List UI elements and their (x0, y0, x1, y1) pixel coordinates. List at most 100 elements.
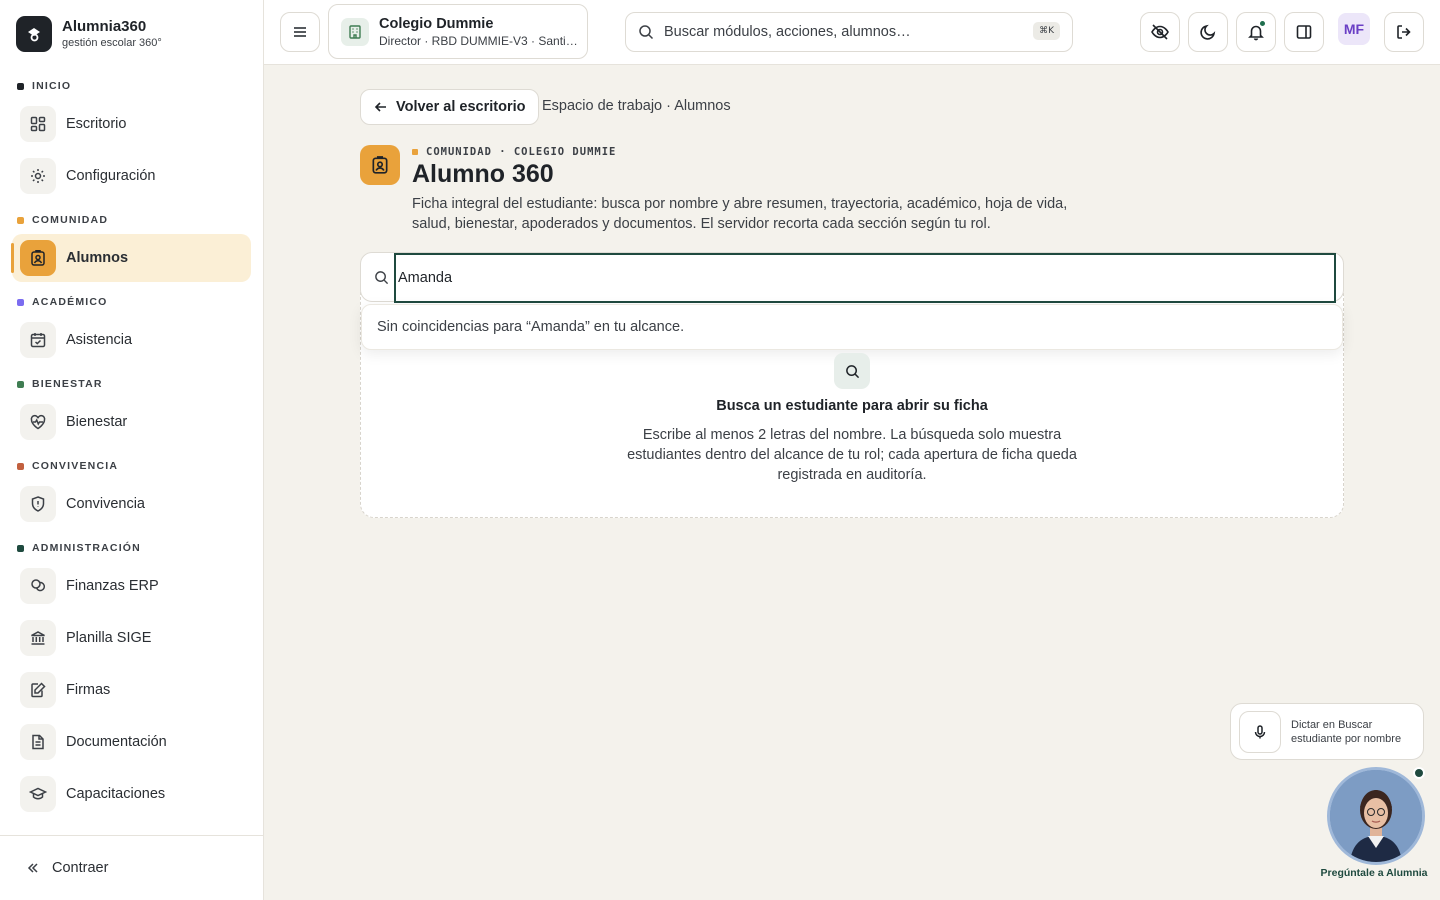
sidebar-item-label: Bienestar (66, 414, 128, 430)
section-dot (17, 462, 24, 470)
search-icon (638, 24, 654, 40)
section-label: ACADÉMICO (32, 296, 108, 308)
section-dot (17, 298, 24, 306)
dark-mode-button[interactable] (1188, 12, 1228, 52)
collapse-sidebar-button[interactable]: Contraer (0, 835, 263, 900)
student-search-input[interactable] (394, 253, 1336, 303)
building-icon (341, 17, 369, 46)
section-label: ADMINISTRACIÓN (32, 542, 141, 554)
sidebar-nav: INICIO Escritorio Configuración COMUNIDA… (0, 72, 263, 835)
sidebar-item-bienestar[interactable]: Bienestar (12, 398, 251, 446)
empty-state-description: Escribe al menos 2 letras del nombre. La… (627, 427, 1077, 483)
section-convivencia: CONVIVENCIA (0, 452, 263, 480)
gear-icon (20, 158, 56, 194)
sidebar-item-finanzas[interactable]: Finanzas ERP (12, 562, 251, 610)
brand[interactable]: Alumnia360 gestión escolar 360° (16, 16, 162, 52)
sidebar-item-sige[interactable]: Planilla SIGE (12, 614, 251, 662)
section-dot (17, 380, 24, 388)
sidebar-item-label: Planilla SIGE (66, 630, 152, 646)
no-results-message: Sin coincidencias para “Amanda” en tu al… (377, 319, 685, 335)
chevrons-left-icon (26, 861, 40, 875)
dictate-button[interactable]: Dictar en Buscar estudiante por nombre (1230, 703, 1424, 760)
sidebar-panel-icon (1295, 23, 1313, 41)
sidebar: Alumnia360 gestión escolar 360° INICIO E… (0, 0, 264, 900)
brand-title: Alumnia360 (62, 18, 147, 35)
topbar: Colegio Dummie Director · RBD DUMMIE-V3 … (264, 0, 1440, 65)
online-status-dot (1413, 767, 1425, 779)
page-description: Ficha integral del estudiante: busca por… (412, 196, 1068, 232)
brand-logo-icon (16, 16, 52, 52)
back-label: Volver al escritorio (396, 99, 526, 115)
school-selector[interactable]: Colegio Dummie Director · RBD DUMMIE-V3 … (328, 4, 588, 59)
user-avatar[interactable]: MF (1338, 13, 1370, 45)
section-label: INICIO (32, 80, 72, 92)
sidebar-item-label: Firmas (66, 682, 111, 698)
student-badge-icon (20, 240, 56, 276)
signature-icon (20, 672, 56, 708)
sidebar-item-label: Escritorio (66, 116, 127, 132)
eyebrow-text: COMUNIDAD · COLEGIO DUMMIE (426, 146, 617, 158)
section-inicio: INICIO (0, 72, 263, 100)
section-dot (17, 216, 24, 224)
sidebar-item-label: Capacitaciones (66, 786, 166, 802)
back-to-desk-button[interactable]: Volver al escritorio (360, 89, 540, 125)
search-icon (834, 353, 870, 389)
section-comunidad: COMUNIDAD (0, 206, 263, 234)
section-bienestar: BIENESTAR (0, 370, 263, 398)
section-academico: ACADÉMICO (0, 288, 263, 316)
logout-button[interactable] (1384, 12, 1424, 52)
brand-subtitle: gestión escolar 360° (62, 37, 162, 49)
section-label: BIENESTAR (32, 378, 103, 390)
eyebrow-dot (412, 149, 418, 155)
sidebar-item-alumnos[interactable]: Alumnos (11, 234, 251, 282)
assistant-portrait-icon (1330, 770, 1422, 862)
section-administracion: ADMINISTRACIÓN (0, 534, 263, 562)
menu-button[interactable] (280, 12, 320, 52)
sidebar-item-escritorio[interactable]: Escritorio (12, 100, 251, 148)
dictate-label: Dictar en Buscar estudiante por nombre (1291, 718, 1402, 745)
search-results-dropdown: Sin coincidencias para “Amanda” en tu al… (361, 304, 1343, 350)
collapse-label: Contraer (52, 860, 109, 876)
sidebar-item-label: Convivencia (66, 496, 145, 512)
document-icon (20, 724, 56, 760)
section-label: COMUNIDAD (32, 214, 109, 226)
shield-icon (20, 486, 56, 522)
assistant-label[interactable]: Pregúntale a Alumnia (1300, 867, 1440, 879)
privacy-toggle-button[interactable] (1140, 12, 1180, 52)
sidebar-item-label: Documentación (66, 734, 167, 750)
student-badge-icon (360, 145, 400, 185)
global-search[interactable]: ⌘K (625, 12, 1073, 52)
section-label: CONVIVENCIA (32, 460, 119, 472)
page-title: Alumno 360 (412, 160, 554, 188)
sidebar-item-convivencia[interactable]: Convivencia (12, 480, 251, 528)
notification-dot (1259, 20, 1266, 27)
search-icon (374, 270, 389, 285)
sidebar-item-documentacion[interactable]: Documentación (12, 718, 251, 766)
eye-off-icon (1150, 22, 1170, 42)
sidebar-item-asistencia[interactable]: Asistencia (12, 316, 251, 364)
empty-state-title: Busca un estudiante para abrir su ficha (716, 398, 988, 414)
sidebar-item-firmas[interactable]: Firmas (12, 666, 251, 714)
panel-toggle-button[interactable] (1284, 12, 1324, 52)
sidebar-item-label: Asistencia (66, 332, 133, 348)
building-columns-icon (20, 620, 56, 656)
student-search[interactable] (360, 252, 1344, 303)
coins-icon (20, 568, 56, 604)
notifications-button[interactable] (1236, 12, 1276, 52)
graduation-cap-icon (20, 776, 56, 812)
assistant-avatar[interactable] (1327, 767, 1425, 865)
logout-icon (1395, 23, 1413, 41)
section-dot (17, 82, 24, 90)
sidebar-item-label: Finanzas ERP (66, 578, 159, 594)
search-shortcut: ⌘K (1033, 22, 1060, 40)
school-name: Colegio Dummie (379, 15, 494, 32)
global-search-input[interactable] (664, 24, 1024, 40)
hamburger-icon (291, 23, 309, 41)
breadcrumb: Espacio de trabajo · Alumnos (542, 98, 731, 114)
calendar-check-icon (20, 322, 56, 358)
sidebar-item-capacitaciones[interactable]: Capacitaciones (12, 770, 251, 818)
school-details: Director · RBD DUMMIE-V3 · Santia… (379, 33, 579, 48)
sidebar-item-configuracion[interactable]: Configuración (12, 152, 251, 200)
sidebar-item-label: Configuración (66, 168, 156, 184)
arrow-left-icon (374, 100, 388, 114)
